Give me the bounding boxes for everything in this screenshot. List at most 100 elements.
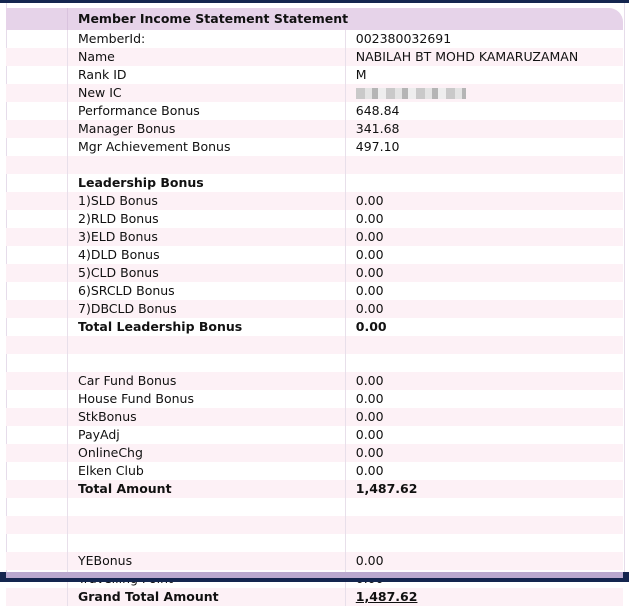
row-value xyxy=(344,156,623,174)
bottom-bar xyxy=(0,572,629,582)
row-label: House Fund Bonus xyxy=(67,390,346,408)
row-value: 0.00 xyxy=(344,192,623,210)
row-spacer xyxy=(6,480,68,498)
statement-row xyxy=(6,534,623,552)
row-label: 6)SRCLD Bonus xyxy=(67,282,346,300)
row-spacer xyxy=(6,210,68,228)
row-spacer xyxy=(6,516,68,534)
statement-row: 4)DLD Bonus 0.00 xyxy=(6,246,623,264)
row-value: NABILAH BT MOHD KAMARUZAMAN xyxy=(344,48,623,66)
row-label: Elken Club xyxy=(67,462,346,480)
row-value: 0.00 xyxy=(344,426,623,444)
row-spacer xyxy=(6,444,68,462)
row-value: 0.00 xyxy=(344,300,623,318)
row-value: 1,487.62 xyxy=(344,480,623,498)
row-label: YEBonus xyxy=(67,552,346,570)
statement-row xyxy=(6,516,623,534)
row-label: Rank ID xyxy=(67,66,346,84)
row-value: M xyxy=(344,66,623,84)
statement-row: House Fund Bonus 0.00 xyxy=(6,390,623,408)
row-spacer xyxy=(6,246,68,264)
masked-value xyxy=(344,84,623,102)
row-spacer xyxy=(6,354,68,372)
row-value: 0.00 xyxy=(344,210,623,228)
statement-row xyxy=(6,498,623,516)
row-spacer xyxy=(6,282,68,300)
row-spacer xyxy=(6,120,68,138)
row-value: 0.00 xyxy=(344,462,623,480)
grand-total-value: 1,487.62 xyxy=(355,589,418,604)
row-spacer xyxy=(6,66,68,84)
income-statement-table: Member Income Statement Statement Member… xyxy=(6,8,623,606)
row-label: MemberId: xyxy=(67,30,346,48)
row-spacer xyxy=(6,192,68,210)
row-label: Performance Bonus xyxy=(67,102,346,120)
row-label: 3)ELD Bonus xyxy=(67,228,346,246)
row-value: 0.00 xyxy=(344,282,623,300)
row-label xyxy=(67,156,346,174)
statement-row: StkBonus 0.00 xyxy=(6,408,623,426)
row-label: StkBonus xyxy=(67,408,346,426)
statement-row xyxy=(6,336,623,354)
row-spacer xyxy=(6,318,68,336)
row-spacer xyxy=(6,336,68,354)
row-spacer xyxy=(6,300,68,318)
row-label: 2)RLD Bonus xyxy=(67,210,346,228)
row-label: Total Leadership Bonus xyxy=(67,318,346,336)
row-value: 0.00 xyxy=(344,390,623,408)
row-label: Car Fund Bonus xyxy=(67,372,346,390)
row-label: Grand Total Amount xyxy=(67,588,346,606)
row-label xyxy=(67,354,346,372)
row-value xyxy=(344,498,623,516)
row-value xyxy=(344,534,623,552)
statement-row: 6)SRCLD Bonus 0.00 xyxy=(6,282,623,300)
statement-title: Member Income Statement Statement xyxy=(67,8,623,30)
row-value: 0.00 xyxy=(344,372,623,390)
row-value xyxy=(344,336,623,354)
row-spacer xyxy=(6,30,68,48)
row-value: 648.84 xyxy=(344,102,623,120)
bottom-bar-inner xyxy=(6,572,623,578)
statement-header: Member Income Statement Statement xyxy=(6,8,623,30)
statement-row: YEBonus 0.00 xyxy=(6,552,623,570)
header-spacer xyxy=(6,8,68,30)
row-value xyxy=(344,354,623,372)
row-spacer xyxy=(6,588,68,606)
row-spacer xyxy=(6,84,68,102)
row-spacer xyxy=(6,156,68,174)
row-value: 497.10 xyxy=(344,138,623,156)
statement-row: Name NABILAH BT MOHD KAMARUZAMAN xyxy=(6,48,623,66)
row-label xyxy=(67,498,346,516)
statement-row: 1)SLD Bonus 0.00 xyxy=(6,192,623,210)
row-value: 0.00 xyxy=(344,228,623,246)
row-spacer xyxy=(6,534,68,552)
row-value: 0.00 xyxy=(344,264,623,282)
statement-row: Total Leadership Bonus 0.00 xyxy=(6,318,623,336)
row-label: Total Amount xyxy=(67,480,346,498)
row-value: 0.00 xyxy=(344,444,623,462)
statement-row: 3)ELD Bonus 0.00 xyxy=(6,228,623,246)
statement-row: Total Amount 1,487.62 xyxy=(6,480,623,498)
row-label xyxy=(67,336,346,354)
statement-row: Car Fund Bonus 0.00 xyxy=(6,372,623,390)
row-value: 0.00 xyxy=(344,552,623,570)
row-label: New IC xyxy=(67,84,346,102)
row-label xyxy=(67,534,346,552)
statement-row xyxy=(6,156,623,174)
row-label: OnlineChg xyxy=(67,444,346,462)
row-spacer xyxy=(6,390,68,408)
row-spacer xyxy=(6,552,68,570)
row-value xyxy=(344,516,623,534)
redacted-ic-mask xyxy=(355,88,466,99)
statement-row: Leadership Bonus xyxy=(6,174,623,192)
row-label: 7)DBCLD Bonus xyxy=(67,300,346,318)
statement-row: Elken Club 0.00 xyxy=(6,462,623,480)
statement-row: Rank ID M xyxy=(6,66,623,84)
statement-row: Performance Bonus 648.84 xyxy=(6,102,623,120)
row-spacer xyxy=(6,498,68,516)
row-spacer xyxy=(6,102,68,120)
statement-row xyxy=(6,354,623,372)
row-value: 341.68 xyxy=(344,120,623,138)
row-label: Leadership Bonus xyxy=(67,174,346,192)
row-spacer xyxy=(6,138,68,156)
